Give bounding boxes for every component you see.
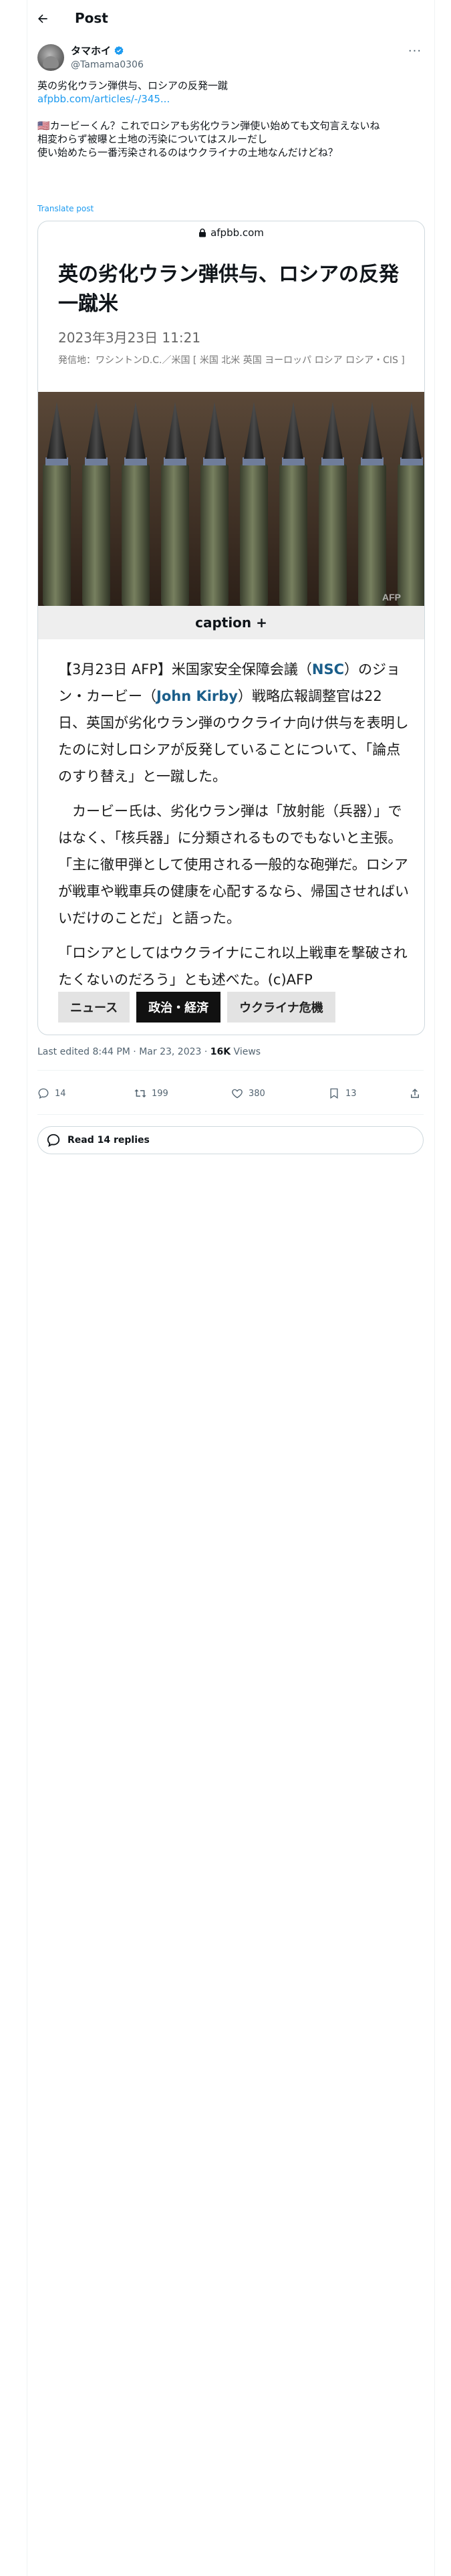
read-replies-label: Read 14 replies (67, 1135, 150, 1146)
article-body: 【3月23日 AFP】米国家安全保障会議（NSC）のジョン・カービー（John … (58, 656, 409, 1001)
arrow-left-icon (38, 14, 47, 23)
tweet-body: 🇺🇸カービーくん？これでロシアも劣化ウラン弾使い始めても文句言えないね 相変わら… (37, 120, 380, 158)
right-gutter (434, 0, 451, 2576)
repost-icon (134, 1089, 146, 1098)
author-name[interactable]: タマホイ (71, 44, 124, 58)
photo-watermark: AFP (382, 592, 401, 603)
page-title: Post (75, 10, 108, 26)
repost-count: 199 (152, 1088, 168, 1099)
back-button[interactable] (33, 9, 52, 28)
reply-bubble-icon (47, 1134, 60, 1147)
views-count: 16K (210, 1047, 231, 1057)
author-display-name[interactable]: タマホイ (71, 44, 111, 58)
article-tags: ニュース 政治・経済 ウクライナ危機 (58, 992, 335, 1023)
divider-top (37, 1070, 424, 1071)
avatar[interactable] (37, 44, 64, 71)
article-paragraph-1: 【3月23日 AFP】米国家安全保障会議（NSC）のジョン・カービー（John … (58, 656, 409, 790)
tweet-line-1: 英の劣化ウラン弾供与、ロシアの反発一蹴 (37, 80, 229, 92)
more-options-button[interactable]: ··· (405, 44, 425, 60)
top-bar: Post (27, 0, 434, 37)
author-handle[interactable]: @Tamama0306 (71, 59, 144, 71)
keyword-john-kirby[interactable]: John Kirby (156, 688, 238, 704)
repost-button[interactable]: 199 (134, 1083, 168, 1103)
card-domain: afpbb.com (210, 227, 264, 239)
post-meta: Last edited 8:44 PM · Mar 23, 2023 · 16K… (37, 1047, 261, 1057)
tweet-text: 英の劣化ウラン弾供与、ロシアの反発一蹴 afpbb.com/articles/-… (37, 79, 425, 159)
bookmark-button[interactable]: 13 (328, 1083, 357, 1103)
like-count: 380 (249, 1088, 265, 1099)
share-icon (411, 1088, 419, 1098)
article-headline: 英の劣化ウラン弾供与、ロシアの反発一蹴米 (58, 263, 399, 316)
views-label: Views (231, 1047, 261, 1057)
translate-post-link[interactable]: Translate post (37, 204, 94, 213)
left-gutter (0, 0, 27, 2576)
article-date: 2023年3月23日 11:21 (58, 330, 201, 346)
verified-badge-icon (114, 46, 124, 56)
article-paragraph-2: カービー氏は、劣化ウラン弾は「放射能（兵器）」ではなく、「核兵器」に分類されるも… (58, 798, 409, 932)
more-dots-icon: ··· (408, 44, 422, 58)
lock-icon (199, 228, 206, 237)
caption-toggle[interactable]: caption + (38, 606, 424, 639)
article-location: 発信地：ワシントンD.C.／米国 [ 米国 北米 英国 ヨーロッパ ロシア ロシ… (58, 355, 405, 366)
bookmark-count: 13 (345, 1088, 357, 1099)
article-photo: AFP (38, 392, 424, 606)
share-button[interactable] (409, 1083, 421, 1103)
reply-button[interactable]: 14 (37, 1083, 66, 1103)
reply-icon (38, 1088, 49, 1099)
reply-count: 14 (55, 1088, 66, 1099)
action-bar: 14 199 380 13 (37, 1083, 424, 1103)
read-replies-button[interactable]: Read 14 replies (37, 1126, 424, 1154)
p2-text: カービー氏は、劣化ウラン弾は「放射能（兵器）」ではなく、「核兵器」に分類されるも… (58, 803, 409, 926)
divider-bottom (37, 1114, 424, 1115)
article-paragraph-3: 「ロシアとしてはウクライナにこれ以上戦車を撃破されたくないのだろう」とも述べた。… (58, 945, 408, 988)
tag-news[interactable]: ニュース (58, 992, 130, 1023)
bookmark-icon (330, 1088, 338, 1099)
tag-ukraine-crisis[interactable]: ウクライナ危機 (227, 992, 335, 1023)
keyword-nsc[interactable]: NSC (312, 661, 344, 677)
tag-politics-economy[interactable]: 政治・経済 (136, 992, 221, 1023)
link-preview-card[interactable]: afpbb.com 英の劣化ウラン弾供与、ロシアの反発一蹴米 2023年3月23… (37, 221, 425, 1035)
card-domain-bar: afpbb.com (38, 221, 424, 244)
ammunition-photo: AFP (38, 392, 424, 606)
like-button[interactable]: 380 (231, 1083, 265, 1103)
article-link[interactable]: afpbb.com/articles/-/345... (37, 93, 170, 105)
p1-text-a: 【3月23日 AFP】米国家安全保障会議（ (58, 661, 312, 677)
edited-timestamp[interactable]: Last edited 8:44 PM · Mar 23, 2023 · (37, 1047, 210, 1057)
heart-icon (232, 1089, 243, 1099)
